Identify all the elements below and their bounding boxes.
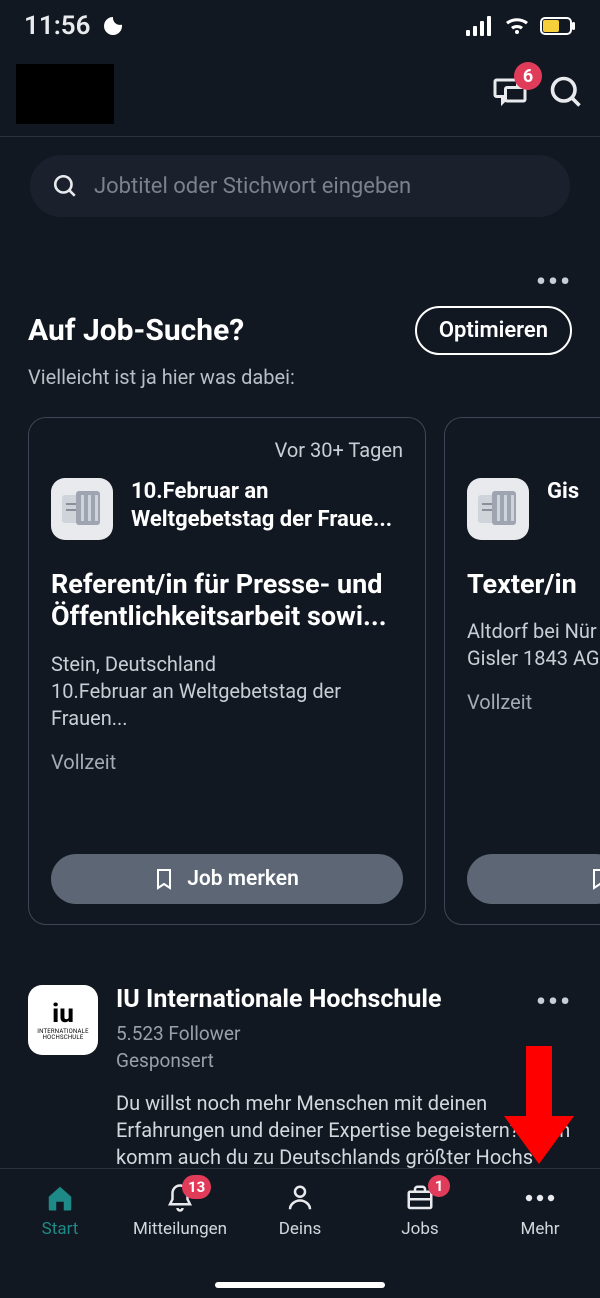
job-card[interactable]: Gis Texter/in Altdorf bei Nür Gisler 184… xyxy=(444,417,600,925)
bookmark-icon xyxy=(591,868,600,890)
nav-badge: 1 xyxy=(428,1175,450,1197)
sponsor-logo-sub: INTERNATIONALE HOCHSCHULE xyxy=(28,1029,98,1041)
job-location: Altdorf bei Nür xyxy=(467,618,600,645)
app-header: 6 xyxy=(0,52,600,137)
status-time: 11:56 xyxy=(24,11,91,41)
bookmark-icon xyxy=(155,868,173,890)
search-icon xyxy=(548,74,584,110)
job-subline: Gisler 1843 AG xyxy=(467,645,600,672)
job-type: Vollzeit xyxy=(51,750,403,774)
company-logo xyxy=(467,478,529,540)
annotation-arrow xyxy=(504,1046,574,1166)
bottom-nav: Start 13 Mitteilungen Deins 1 Jobs Mehr xyxy=(0,1168,600,1298)
signal-icon xyxy=(466,16,494,36)
status-bar: 11:56 xyxy=(0,0,600,52)
company-name: 10.Februar an Weltgebetstag der Fraue... xyxy=(131,478,403,533)
home-indicator xyxy=(215,1282,385,1288)
nav-label: Mitteilungen xyxy=(133,1219,227,1239)
app-logo[interactable] xyxy=(16,64,114,124)
moon-icon xyxy=(101,14,125,38)
bookmark-button[interactable] xyxy=(467,854,600,904)
section-more-icon[interactable]: ••• xyxy=(536,265,572,298)
job-subline: 10.Februar an Weltgebetstag der Frauen..… xyxy=(51,678,403,732)
search-bar[interactable] xyxy=(30,155,570,217)
nav-label: Mehr xyxy=(521,1219,560,1239)
nav-badge: 13 xyxy=(182,1175,211,1199)
messages-badge: 6 xyxy=(514,62,542,90)
job-cards-scroller[interactable]: Vor 30+ Tagen 10.Februar an Weltgebetsta… xyxy=(0,389,600,925)
section-subtitle: Vielleicht ist ja hier was dabei: xyxy=(0,355,600,389)
job-title: Referent/in für Presse- und Öffentlichke… xyxy=(51,568,403,633)
person-icon xyxy=(285,1183,315,1213)
nav-start[interactable]: Start xyxy=(0,1169,120,1298)
sponsor-logo-text: iu xyxy=(52,999,74,1029)
bookmark-label: Job merken xyxy=(187,867,299,891)
header-search-button[interactable] xyxy=(548,74,584,114)
company-name: Gis xyxy=(547,478,579,506)
job-card[interactable]: Vor 30+ Tagen 10.Februar an Weltgebetsta… xyxy=(28,417,426,925)
more-icon xyxy=(523,1183,557,1213)
nav-label: Start xyxy=(42,1219,79,1239)
optimize-button[interactable]: Optimieren xyxy=(415,306,572,355)
nav-mehr[interactable]: Mehr xyxy=(480,1169,600,1298)
nav-deins[interactable]: Deins xyxy=(240,1169,360,1298)
search-icon xyxy=(52,173,78,199)
sponsor-logo: iu INTERNATIONALE HOCHSCHULE xyxy=(28,985,98,1055)
bookmark-button[interactable]: Job merken xyxy=(51,854,403,904)
nav-label: Jobs xyxy=(401,1219,438,1239)
wifi-icon xyxy=(504,16,530,36)
nav-mitteilungen[interactable]: 13 Mitteilungen xyxy=(120,1169,240,1298)
battery-icon xyxy=(540,17,576,35)
company-logo xyxy=(51,478,113,540)
nav-jobs[interactable]: 1 Jobs xyxy=(360,1169,480,1298)
search-input[interactable] xyxy=(94,174,548,199)
job-age: Vor 30+ Tagen xyxy=(51,438,403,462)
sponsor-followers: 5.523 Follower xyxy=(116,1022,572,1045)
post-more-icon[interactable]: ••• xyxy=(536,985,572,1018)
section-title: Auf Job-Suche? xyxy=(28,313,244,348)
job-location: Stein, Deutschland xyxy=(51,651,403,678)
job-type: Vollzeit xyxy=(467,690,600,714)
nav-label: Deins xyxy=(279,1219,321,1239)
job-title: Texter/in xyxy=(467,568,600,600)
messages-button[interactable]: 6 xyxy=(492,74,528,114)
home-icon xyxy=(45,1183,75,1213)
sponsor-title: IU Internationale Hochschule xyxy=(116,985,536,1014)
